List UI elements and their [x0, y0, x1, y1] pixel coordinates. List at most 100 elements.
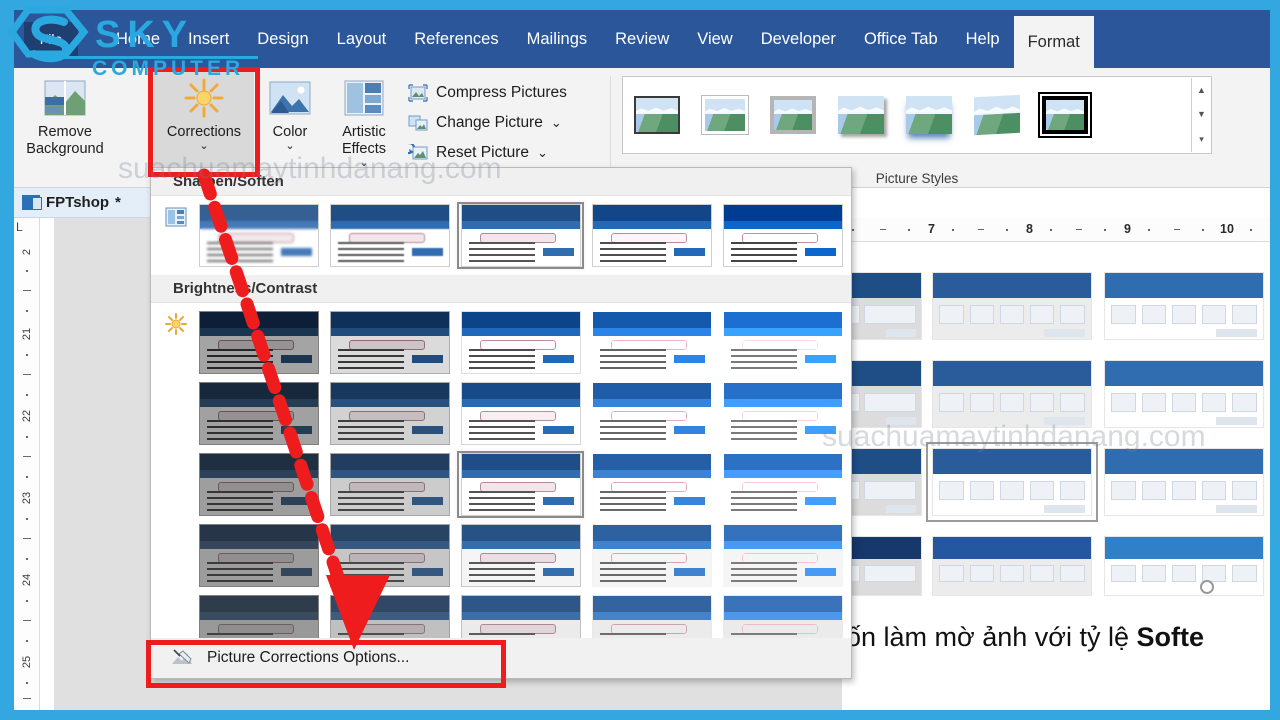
tab-design[interactable]: Design — [243, 10, 322, 68]
brightness-contrast-cell-0-2[interactable] — [455, 307, 586, 378]
doc-mini-tile — [932, 272, 1092, 340]
tab-review[interactable]: Review — [601, 10, 683, 68]
tab-stop-marker[interactable]: L — [16, 220, 32, 236]
sharpen-soften-cell-4[interactable] — [717, 200, 848, 271]
remove-background-button[interactable]: Remove Background — [22, 72, 108, 176]
gallery-scroll-down-icon[interactable]: ▼ — [1197, 109, 1206, 119]
picture-style-thumb — [838, 96, 884, 134]
remove-background-icon — [22, 72, 108, 124]
picture-style-4[interactable] — [827, 85, 895, 145]
hruler-tick-8: 8 — [1026, 222, 1033, 236]
picture-style-6[interactable] — [963, 85, 1031, 145]
change-picture-button[interactable]: Change Picture ⌄ — [408, 108, 567, 138]
tab-insert[interactable]: Insert — [174, 10, 243, 68]
brightness-contrast-cell-0-3[interactable] — [586, 307, 717, 378]
brightness-contrast-cell-0-4[interactable] — [717, 307, 848, 378]
thumbnail — [460, 204, 581, 267]
brightness-contrast-cell-3-1[interactable] — [324, 520, 455, 591]
color-chevron-down-icon[interactable]: ⌄ — [254, 141, 326, 152]
tab-layout[interactable]: Layout — [323, 10, 401, 68]
brightness-contrast-cell-1-0[interactable] — [193, 378, 324, 449]
vruler-dot — [26, 558, 28, 560]
tab-office-tab[interactable]: Office Tab — [850, 10, 952, 68]
brightness-contrast-icon — [165, 313, 187, 335]
tab-mailings[interactable]: Mailings — [513, 10, 602, 68]
brightness-contrast-cell-2-0[interactable] — [193, 449, 324, 520]
gallery-more-icon[interactable]: ▾ — [1199, 134, 1204, 145]
tab-view[interactable]: View — [683, 10, 746, 68]
vruler-dash — [23, 538, 31, 539]
ribbon-tabs: Home Insert Design Layout References Mai… — [102, 10, 1094, 68]
brightness-contrast-cell-0-0[interactable] — [193, 307, 324, 378]
brightness-contrast-cell-3-4[interactable] — [717, 520, 848, 591]
picture-style-2[interactable] — [691, 85, 759, 145]
brightness-contrast-cell-3-0[interactable] — [193, 520, 324, 591]
brightness-contrast-cell-1-2[interactable] — [455, 378, 586, 449]
hruler-tick-7: 7 — [928, 222, 935, 236]
brightness-contrast-grid — [151, 303, 851, 666]
tab-help[interactable]: Help — [952, 10, 1014, 68]
brightness-contrast-cell-2-2-selected[interactable] — [455, 449, 586, 520]
compress-pictures-label: Compress Pictures — [436, 84, 567, 101]
picture-style-7-selected[interactable] — [1031, 85, 1099, 145]
corrections-button[interactable]: Corrections ⌄ — [154, 72, 254, 176]
tab-references[interactable]: References — [400, 10, 512, 68]
sharpen-soften-cell-0[interactable] — [193, 200, 324, 271]
change-picture-icon — [408, 114, 428, 132]
picture-style-1[interactable] — [623, 85, 691, 145]
corrections-dropdown-menu[interactable]: Sharpen/Soften Brightness/Contrast Pictu… — [150, 167, 852, 679]
document-body-text[interactable]: ốn làm mờ ảnh với tỷ lệ Softe — [846, 622, 1204, 653]
thumbnail — [722, 524, 843, 587]
sharpen-soften-cell-1[interactable] — [324, 200, 455, 271]
tab-file[interactable]: File — [24, 22, 78, 56]
gallery-scroll-up-icon[interactable]: ▲ — [1197, 85, 1206, 95]
sharpen-soften-cell-3[interactable] — [586, 200, 717, 271]
picture-rotate-handle[interactable] — [1200, 580, 1214, 594]
brightness-contrast-cell-3-3[interactable] — [586, 520, 717, 591]
document-page[interactable]: ốn làm mờ ảnh với tỷ lệ Softe — [802, 242, 1270, 710]
doc-mini-tile — [1104, 536, 1264, 596]
horizontal-ruler[interactable]: 7 8 9 10 11 — [842, 218, 1270, 242]
tab-home[interactable]: Home — [102, 10, 174, 68]
document-tab-label[interactable]: FPTshop — [46, 194, 109, 211]
hruler-dot — [1148, 229, 1150, 231]
reset-picture-chevron-down-icon[interactable]: ⌄ — [537, 146, 548, 159]
hruler-dot — [1104, 229, 1106, 231]
doc-mini-tile — [1104, 448, 1264, 516]
picture-corrections-options-item[interactable]: Picture Corrections Options... — [151, 638, 851, 678]
thumbnail — [722, 311, 843, 374]
brightness-contrast-cell-1-3[interactable] — [586, 378, 717, 449]
corrections-chevron-down-icon[interactable]: ⌄ — [154, 141, 254, 152]
hruler-dot — [952, 229, 954, 231]
brightness-contrast-cell-2-3[interactable] — [586, 449, 717, 520]
brightness-contrast-cell-1-1[interactable] — [324, 378, 455, 449]
logo-underline — [58, 56, 258, 59]
gallery-scrollbar[interactable]: ▲ ▼ ▾ — [1191, 78, 1211, 152]
vruler-dash — [23, 374, 31, 375]
picture-style-5[interactable] — [895, 85, 963, 145]
brightness-contrast-cell-3-2[interactable] — [455, 520, 586, 591]
brightness-contrast-cell-2-4[interactable] — [717, 449, 848, 520]
sharpen-soften-cell-2-selected[interactable] — [455, 200, 586, 271]
hruler-dot — [908, 229, 910, 231]
artistic-effects-button[interactable]: Artistic Effects ⌄ — [326, 72, 402, 176]
picture-styles-gallery[interactable]: ▲ ▼ ▾ — [622, 76, 1212, 154]
vertical-ruler[interactable]: L 2 21 22 23 24 25 26 — [14, 218, 40, 710]
dropdown-section-title-sharpen-soften: Sharpen/Soften — [151, 168, 851, 196]
picture-style-3[interactable] — [759, 85, 827, 145]
vruler-dash — [23, 620, 31, 621]
tab-format[interactable]: Format — [1013, 16, 1094, 68]
brightness-contrast-cell-1-4[interactable] — [717, 378, 848, 449]
color-button[interactable]: Color ⌄ — [254, 72, 326, 176]
brightness-contrast-cell-0-1[interactable] — [324, 307, 455, 378]
tab-developer[interactable]: Developer — [747, 10, 850, 68]
picture-selection-box[interactable] — [926, 442, 1098, 522]
document-modified-marker: * — [115, 194, 121, 211]
reset-picture-button[interactable]: Reset Picture ⌄ — [403, 138, 567, 168]
thumbnail — [329, 204, 450, 267]
change-picture-chevron-down-icon[interactable]: ⌄ — [551, 116, 562, 129]
thumbnail — [329, 524, 450, 587]
brightness-contrast-cell-2-1[interactable] — [324, 449, 455, 520]
compress-pictures-button[interactable]: Compress Pictures — [408, 78, 567, 108]
picture-corrections-options-label: Picture Corrections Options... — [207, 649, 410, 666]
